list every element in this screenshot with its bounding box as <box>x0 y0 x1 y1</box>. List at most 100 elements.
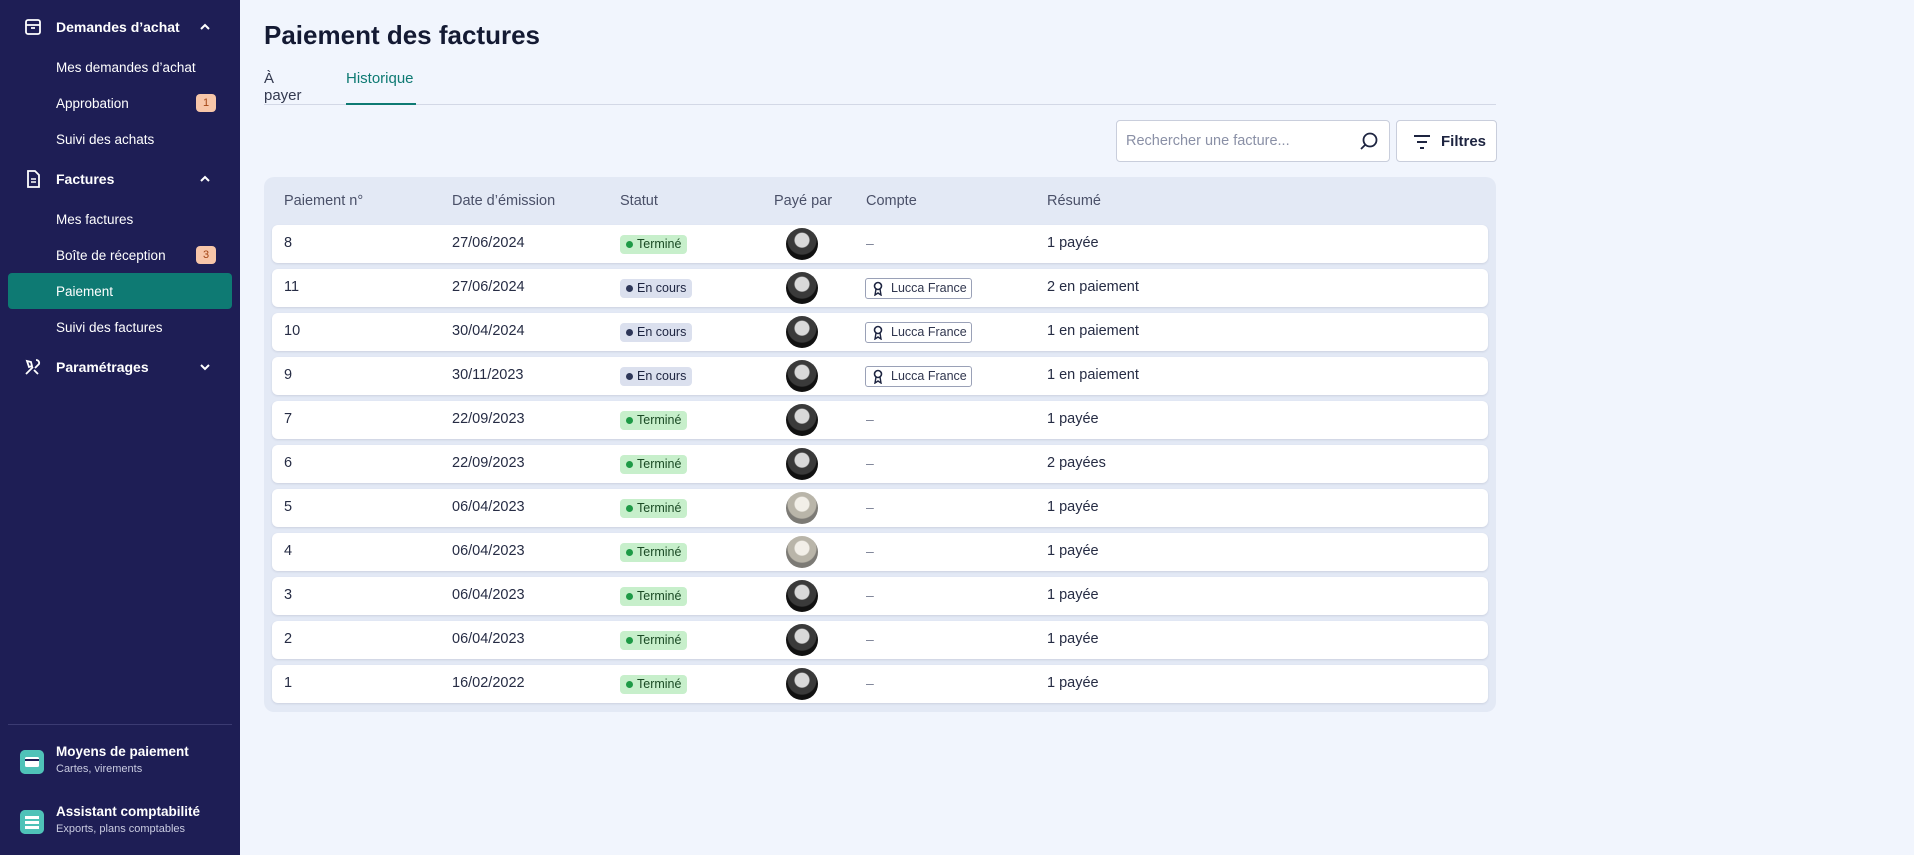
ribbon-icon <box>873 369 883 384</box>
issue-date: 16/02/2022 <box>452 675 525 691</box>
search-icon[interactable] <box>1359 131 1379 151</box>
sidebar-section-demandes-achat[interactable]: Demandes d’achat <box>0 9 240 45</box>
status-badge: Terminé <box>620 455 688 474</box>
avatar <box>786 448 818 480</box>
status-badge: Terminé <box>620 543 688 562</box>
table-row[interactable]: 4 06/04/2023 Terminé – 1 payée <box>272 533 1488 571</box>
account-empty: – <box>866 455 874 471</box>
sidebar-item-boite-reception[interactable]: Boîte de réception 3 <box>8 237 232 273</box>
archive-icon <box>25 19 41 35</box>
avatar <box>786 536 818 568</box>
column-header-paiement[interactable]: Paiement n° <box>284 193 363 209</box>
summary: 2 en paiement <box>1047 279 1139 295</box>
issue-date: 30/04/2024 <box>452 323 525 339</box>
issue-date: 06/04/2023 <box>452 499 525 515</box>
sidebar-item-suivi-factures[interactable]: Suivi des factures <box>8 309 232 345</box>
tab-historique[interactable]: Historique <box>346 70 416 105</box>
table-row[interactable]: 8 27/06/2024 Terminé – 1 payée <box>272 225 1488 263</box>
sidebar-item-label: Suivi des factures <box>56 319 163 335</box>
summary: 1 en paiement <box>1047 323 1139 339</box>
sidebar-assistant-comptabilite[interactable]: Assistant comptabilité Exports, plans co… <box>0 804 240 848</box>
column-header-date[interactable]: Date d’émission <box>452 193 555 209</box>
account-tag: Lucca France <box>865 278 972 299</box>
account-empty: – <box>866 411 874 427</box>
summary: 1 payée <box>1047 235 1099 251</box>
sidebar-item-label: Suivi des achats <box>56 131 155 147</box>
payment-number: 5 <box>284 499 293 515</box>
page-title: Paiement des factures <box>264 20 541 50</box>
table-row[interactable]: 5 06/04/2023 Terminé – 1 payée <box>272 489 1488 527</box>
account-empty: – <box>866 675 874 691</box>
issue-date: 30/11/2023 <box>452 367 524 383</box>
sidebar: Demandes d’achat Mes demandes d’achat Ap… <box>0 0 240 855</box>
sidebar-item-suivi-achats[interactable]: Suivi des achats <box>8 121 232 157</box>
status-badge: En cours <box>620 279 693 298</box>
summary: 1 payée <box>1047 587 1099 603</box>
bottom-item-title: Assistant comptabilité <box>56 804 201 819</box>
chevron-up-icon <box>200 175 210 182</box>
table-row[interactable]: 6 22/09/2023 Terminé – 2 payées <box>272 445 1488 483</box>
column-header-statut[interactable]: Statut <box>620 193 658 209</box>
table-row[interactable]: 11 27/06/2024 En cours Lucca France 2 en pai… <box>272 269 1488 307</box>
tab-a-payer[interactable]: À payer <box>264 70 314 105</box>
sidebar-moyens-paiement[interactable]: Moyens de paiement Cartes, virements <box>0 744 240 788</box>
issue-date: 27/06/2024 <box>452 235 525 251</box>
sidebar-item-label: Mes factures <box>56 211 134 227</box>
table-row[interactable]: 2 06/04/2023 Terminé – 1 payée <box>272 621 1488 659</box>
tab-bar: À payer Historique <box>264 70 1496 105</box>
sidebar-item-paiement[interactable]: Paiement <box>8 273 232 309</box>
sidebar-item-approbation[interactable]: Approbation 1 <box>8 85 232 121</box>
sidebar-item-mes-factures[interactable]: Mes factures <box>8 201 232 237</box>
account-label: Lucca France <box>891 369 967 383</box>
status-badge: Terminé <box>620 499 688 518</box>
sidebar-divider <box>8 724 232 725</box>
table-row[interactable]: 3 06/04/2023 Terminé – 1 payée <box>272 577 1488 615</box>
summary: 1 payée <box>1047 631 1099 647</box>
status-badge: Terminé <box>620 587 688 606</box>
payment-number: 11 <box>284 279 300 295</box>
avatar <box>786 228 818 260</box>
sidebar-item-mes-demandes[interactable]: Mes demandes d’achat <box>8 49 232 85</box>
ribbon-icon <box>873 325 883 340</box>
invoice-icon <box>27 170 40 188</box>
sidebar-item-label: Mes demandes d’achat <box>56 59 196 75</box>
sidebar-section-label: Factures <box>56 171 115 187</box>
payments-table: Paiement n° Date d’émission Statut Payé … <box>264 177 1496 712</box>
issue-date: 06/04/2023 <box>452 543 525 559</box>
summary: 1 payée <box>1047 499 1099 515</box>
account-label: Lucca France <box>891 281 967 295</box>
issue-date: 06/04/2023 <box>452 631 525 647</box>
search-input[interactable] <box>1126 121 1346 161</box>
summary: 1 payée <box>1047 411 1099 427</box>
avatar <box>786 624 818 656</box>
sidebar-section-factures[interactable]: Factures <box>0 161 240 197</box>
payment-number: 10 <box>284 323 301 339</box>
count-badge: 3 <box>196 246 216 264</box>
status-badge: Terminé <box>620 235 688 254</box>
issue-date: 06/04/2023 <box>452 587 525 603</box>
sidebar-item-label: Boîte de réception <box>56 247 166 263</box>
sidebar-section-label: Paramétrages <box>56 359 149 375</box>
accounting-icon <box>20 810 44 834</box>
table-row[interactable]: 1 16/02/2022 Terminé – 1 payée <box>272 665 1488 703</box>
table-row[interactable]: 7 22/09/2023 Terminé – 1 payée <box>272 401 1488 439</box>
summary: 1 en paiement <box>1047 367 1139 383</box>
chevron-down-icon <box>200 364 210 371</box>
sidebar-item-label: Approbation <box>56 95 129 111</box>
tools-icon <box>25 359 41 375</box>
table-row[interactable]: 10 30/04/2024 En cours Lucca France 1 en pai… <box>272 313 1488 351</box>
status-badge: En cours <box>620 367 693 386</box>
sidebar-section-label: Demandes d’achat <box>56 19 180 35</box>
column-header-resume[interactable]: Résumé <box>1047 193 1101 209</box>
column-header-compte[interactable]: Compte <box>866 193 917 209</box>
avatar <box>786 316 818 348</box>
search-box <box>1116 120 1390 162</box>
filters-button[interactable]: Filtres <box>1396 120 1497 162</box>
column-header-paye-par[interactable]: Payé par <box>774 193 832 209</box>
bottom-item-title: Moyens de paiement <box>56 744 189 759</box>
table-row[interactable]: 9 30/11/2023 En cours Lucca France 1 en paie… <box>272 357 1488 395</box>
payment-number: 2 <box>284 631 293 647</box>
sidebar-section-parametrages[interactable]: Paramétrages <box>0 349 240 385</box>
payment-number: 9 <box>284 367 293 383</box>
payment-number: 6 <box>284 455 293 471</box>
